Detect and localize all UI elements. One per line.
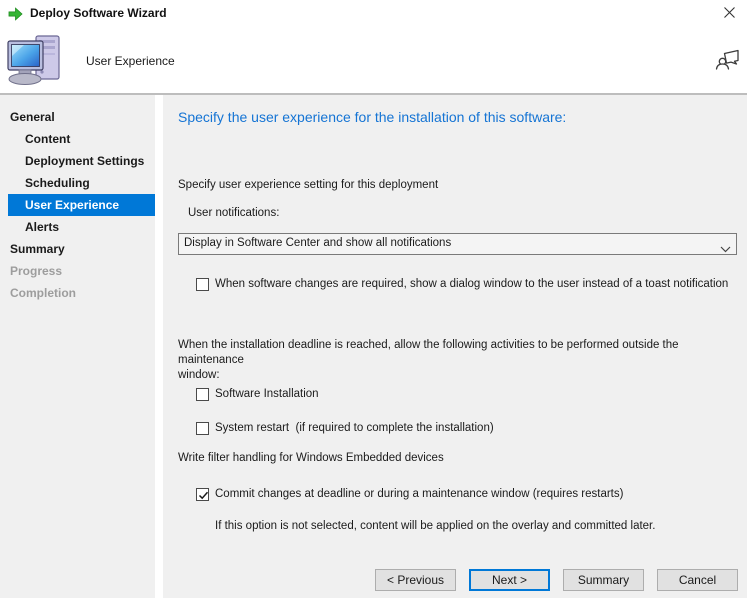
summary-button[interactable]: Summary: [563, 569, 644, 591]
cancel-button[interactable]: Cancel: [657, 569, 738, 591]
wizard-header: User Experience: [0, 28, 747, 93]
sidebar-item-general[interactable]: General: [8, 106, 155, 128]
dropdown-selected-value: Display in Software Center and show all …: [184, 237, 452, 249]
title-bar: Deploy Software Wizard: [0, 0, 747, 28]
deploy-software-wizard-window: Deploy Software Wizard User Experience G…: [0, 0, 747, 598]
software-installation-checkbox[interactable]: Software Installation: [196, 387, 319, 402]
computer-icon: [6, 34, 64, 91]
sidebar-item-progress: Progress: [10, 264, 63, 278]
sidebar-main-divider: [155, 95, 163, 598]
sidebar-item-summary[interactable]: Summary: [8, 238, 155, 260]
user-notifications-dropdown[interactable]: Display in Software Center and show all …: [178, 233, 737, 255]
wizard-arrow-icon: [8, 7, 23, 21]
user-experience-panel: Specify the user experience for the inst…: [163, 95, 747, 598]
write-filter-text: Write filter handling for Windows Embedd…: [178, 452, 444, 464]
system-restart-checkbox[interactable]: System restart (if required to complete …: [196, 421, 494, 436]
panel-heading: Specify the user experience for the inst…: [178, 109, 567, 125]
commit-changes-checkbox-label: Commit changes at deadline or during a m…: [215, 488, 624, 500]
previous-button[interactable]: < Previous: [375, 569, 456, 591]
system-restart-checkbox-label: System restart (if required to complete …: [215, 422, 494, 434]
checkbox-checked-icon[interactable]: [196, 488, 209, 501]
sidebar-item-scheduling[interactable]: Scheduling: [8, 172, 155, 194]
commit-changes-checkbox[interactable]: Commit changes at deadline or during a m…: [196, 487, 736, 502]
commit-note-text: If this option is not selected, content …: [215, 520, 656, 532]
window-title: Deploy Software Wizard: [30, 6, 167, 20]
sidebar-item-user-experience[interactable]: User Experience: [8, 194, 155, 216]
dialog-window-checkbox[interactable]: When software changes are required, show…: [196, 277, 741, 292]
checkbox-unchecked-icon[interactable]: [196, 278, 209, 291]
sidebar-item-alerts[interactable]: Alerts: [8, 216, 155, 238]
wizard-button-row: < Previous Next > Summary Cancel: [375, 569, 738, 591]
software-installation-checkbox-label: Software Installation: [215, 388, 319, 400]
sidebar-item-deployment-settings[interactable]: Deployment Settings: [8, 150, 155, 172]
checkbox-unchecked-icon[interactable]: [196, 388, 209, 401]
chevron-down-icon: [720, 240, 731, 258]
dialog-window-checkbox-label: When software changes are required, show…: [215, 278, 729, 290]
next-button[interactable]: Next >: [469, 569, 550, 591]
checkbox-unchecked-icon[interactable]: [196, 422, 209, 435]
wizard-steps-sidebar: General Content Deployment Settings Sche…: [0, 95, 155, 598]
user-notifications-label: User notifications:: [188, 207, 280, 219]
sidebar-item-completion: Completion: [10, 286, 76, 300]
sidebar-item-content[interactable]: Content: [8, 128, 155, 150]
deadline-paragraph: When the installation deadline is reache…: [178, 339, 679, 381]
page-title: User Experience: [86, 54, 175, 68]
intro-text: Specify user experience setting for this…: [178, 179, 439, 191]
feedback-icon[interactable]: [714, 45, 741, 77]
wizard-body: General Content Deployment Settings Sche…: [0, 95, 747, 598]
close-icon[interactable]: [717, 3, 741, 25]
